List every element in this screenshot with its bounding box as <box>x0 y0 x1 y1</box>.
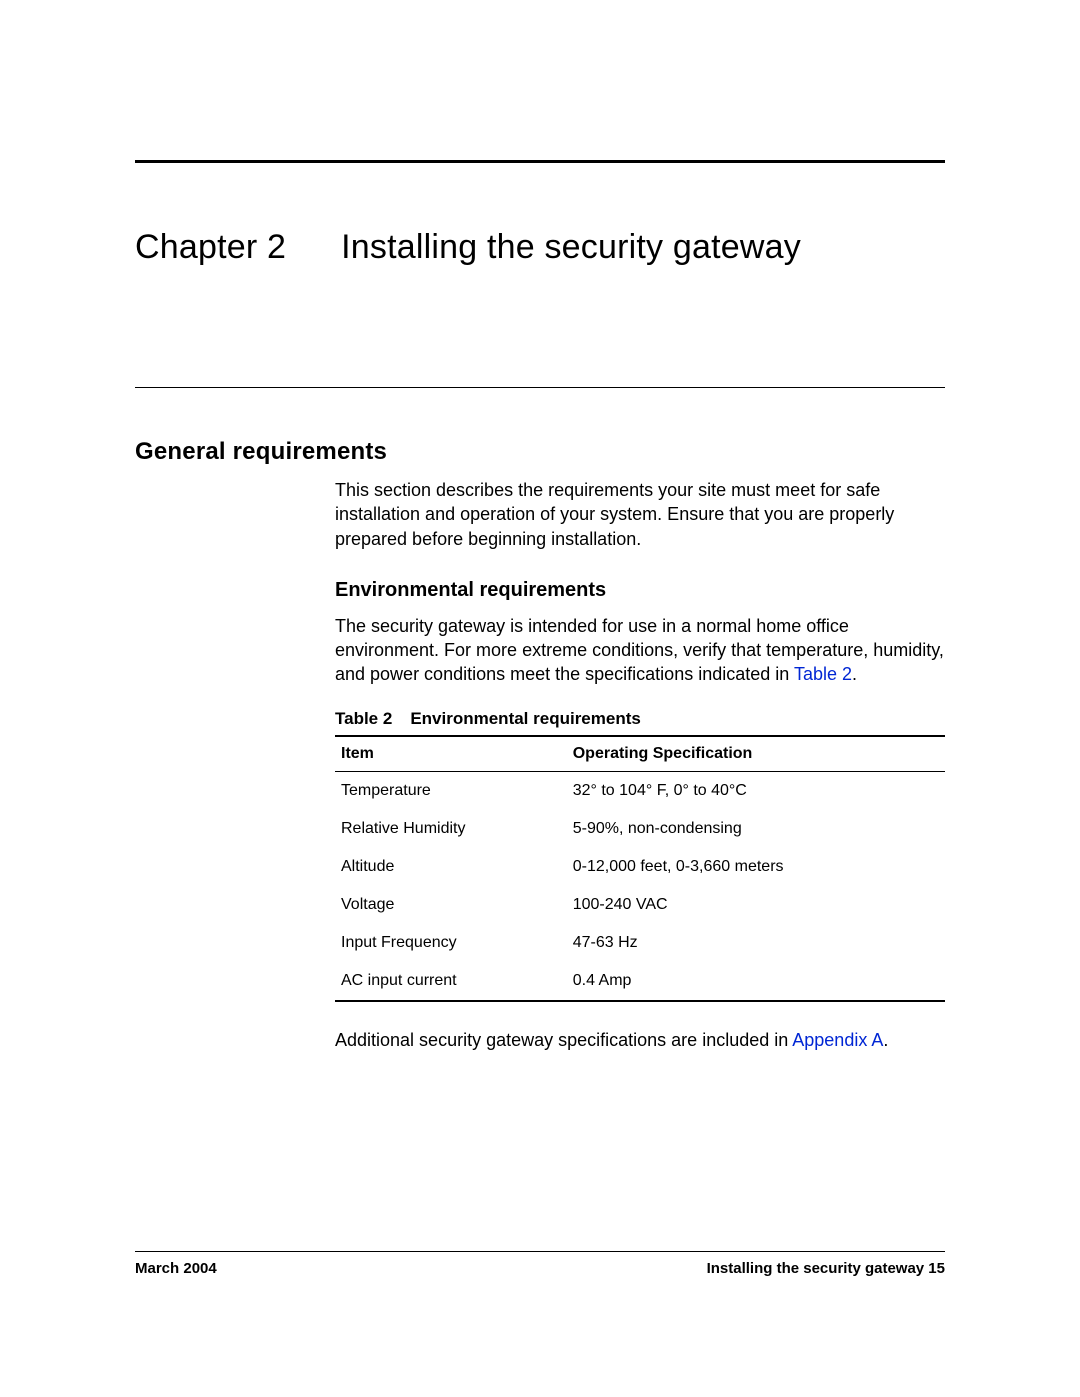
table-cell-spec: 47-63 Hz <box>567 924 945 962</box>
table-row: Relative Humidity 5-90%, non-condensing <box>335 810 945 848</box>
appendix-a-link[interactable]: Appendix A <box>792 1030 883 1050</box>
closing-paragraph: Additional security gateway specificatio… <box>335 1028 945 1052</box>
chapter-label: Chapter 2 <box>135 228 286 267</box>
table-row: Input Frequency 47-63 Hz <box>335 924 945 962</box>
table-header-spec: Operating Specification <box>567 736 945 772</box>
body-area: This section describes the requirements … <box>335 478 945 1052</box>
closing-text-before: Additional security gateway specificatio… <box>335 1030 792 1050</box>
table-cell-item: Input Frequency <box>335 924 567 962</box>
top-horizontal-rule <box>135 160 945 163</box>
table-row: Voltage 100-240 VAC <box>335 886 945 924</box>
table-header-item: Item <box>335 736 567 772</box>
section-heading: General requirements <box>135 438 945 466</box>
section-intro-paragraph: This section describes the requirements … <box>335 478 945 551</box>
table-cell-spec: 5-90%, non-condensing <box>567 810 945 848</box>
table-cell-item: AC input current <box>335 962 567 1001</box>
table-header-row: Item Operating Specification <box>335 736 945 772</box>
table-cell-item: Voltage <box>335 886 567 924</box>
footer-horizontal-rule <box>135 1251 945 1252</box>
table-cell-spec: 0-12,000 feet, 0-3,660 meters <box>567 848 945 886</box>
table-cell-item: Altitude <box>335 848 567 886</box>
footer-row: March 2004 Installing the security gatew… <box>135 1260 945 1277</box>
environmental-requirements-table: Item Operating Specification Temperature… <box>335 735 945 1002</box>
subsection-text-after: . <box>852 664 857 684</box>
table-row: Altitude 0-12,000 feet, 0-3,660 meters <box>335 848 945 886</box>
table-caption-label: Table 2 <box>335 709 392 728</box>
table-row: Temperature 32° to 104° F, 0° to 40°C <box>335 771 945 810</box>
table-cell-spec: 32° to 104° F, 0° to 40°C <box>567 771 945 810</box>
subsection-paragraph: The security gateway is intended for use… <box>335 614 945 687</box>
closing-text-after: . <box>883 1030 888 1050</box>
section-horizontal-rule <box>135 387 945 388</box>
footer-title-page: Installing the security gateway 15 <box>707 1260 945 1277</box>
subsection-heading: Environmental requirements <box>335 579 945 602</box>
table-cell-item: Relative Humidity <box>335 810 567 848</box>
table-caption-title: Environmental requirements <box>410 709 641 728</box>
chapter-title: Installing the security gateway <box>341 228 801 267</box>
table-cell-item: Temperature <box>335 771 567 810</box>
table-cell-spec: 100-240 VAC <box>567 886 945 924</box>
chapter-heading: Chapter 2 Installing the security gatewa… <box>135 228 945 267</box>
table-cell-spec: 0.4 Amp <box>567 962 945 1001</box>
footer-date: March 2004 <box>135 1260 217 1277</box>
table-caption: Table 2 Environmental requirements <box>335 709 945 729</box>
page-container: Chapter 2 Installing the security gatewa… <box>0 0 1080 1397</box>
table-row: AC input current 0.4 Amp <box>335 962 945 1001</box>
page-footer: March 2004 Installing the security gatew… <box>135 1251 945 1277</box>
table-2-link[interactable]: Table 2 <box>794 664 852 684</box>
